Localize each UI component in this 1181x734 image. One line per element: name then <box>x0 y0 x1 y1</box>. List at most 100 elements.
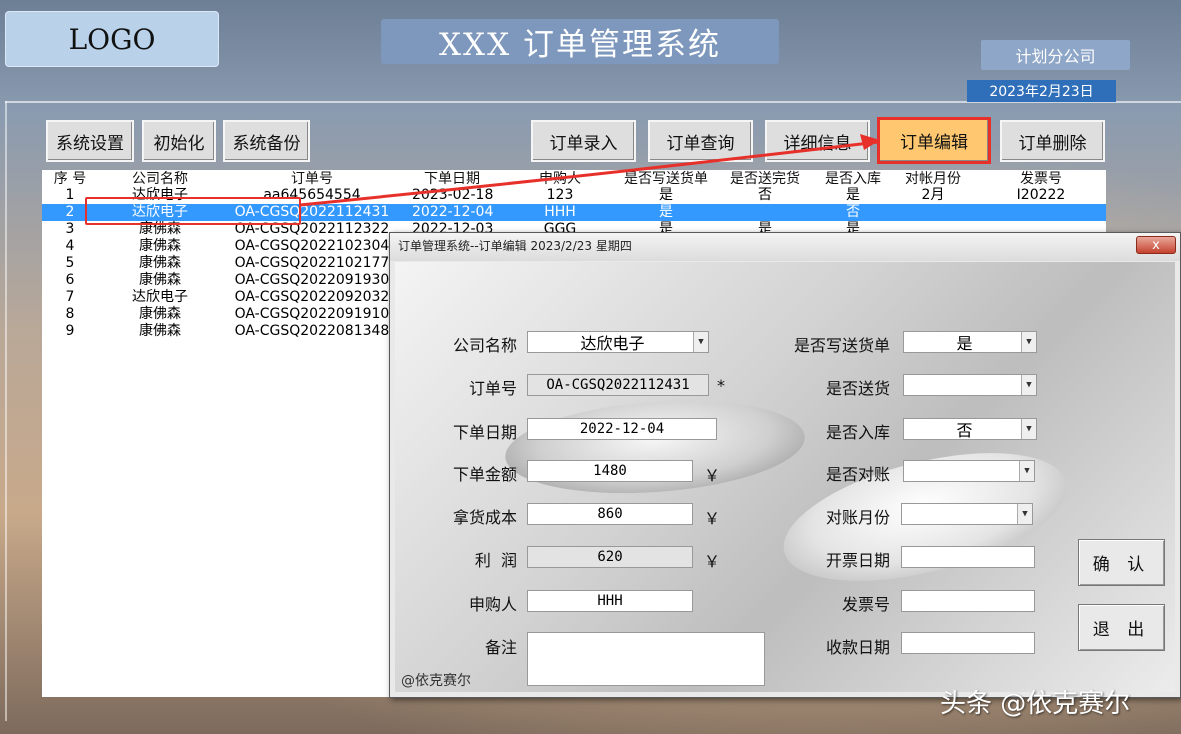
chevron-down-icon[interactable]: ▼ <box>1021 332 1036 352</box>
row-index: 3 <box>65 221 75 237</box>
currency-symbol: ￥ <box>704 466 721 485</box>
stocked-select[interactable]: 否 ▼ <box>903 418 1037 440</box>
currency-symbol: ￥ <box>704 509 721 528</box>
row-order: OA-CGSQ2022102304 <box>234 238 390 254</box>
cost-label: 拿货成本 <box>452 508 517 527</box>
col-stocked: 是否入库 <box>825 171 881 187</box>
row-order: OA-CGSQ2022081348 <box>234 323 390 339</box>
row-order: OA-CGSQ2022091910 <box>234 306 390 322</box>
buyer-field[interactable]: HHH <box>527 590 693 612</box>
row-company: 康佛森 <box>139 238 181 254</box>
row-index: 6 <box>65 272 75 288</box>
dialog-body: 公司名称 达欣电子 ▼ 订单号 OA-CGSQ2022112431 * 下单日期… <box>395 262 1175 692</box>
dialog-footer: @依克赛尔 <box>401 673 471 689</box>
chevron-down-icon[interactable]: ▼ <box>1021 375 1036 395</box>
row-order: OA-CGSQ2022092032 <box>234 289 390 305</box>
amount-label: 下单金额 <box>452 465 517 484</box>
delivered-label: 是否送货 <box>825 379 890 398</box>
panel-border-left <box>5 101 7 721</box>
order-edit-dialog: 订单管理系统--订单编辑 2023/2/23 星期四 x 公司名称 达欣电子 ▼… <box>389 232 1181 698</box>
buyer-label: 申购人 <box>468 595 517 614</box>
delivery-note-select[interactable]: 是 ▼ <box>903 331 1037 353</box>
delivery-note-label: 是否写送货单 <box>793 336 890 355</box>
date-badge: 2023年2月23日 <box>967 80 1116 102</box>
order-delete-button[interactable]: 订单删除 <box>1000 120 1105 162</box>
row-order: OA-CGSQ2022102177 <box>234 255 390 271</box>
delivered-select[interactable]: ▼ <box>903 374 1037 396</box>
col-delivered: 是否送完货 <box>730 171 800 187</box>
col-buyer: 申购人 <box>539 171 581 187</box>
row-order: OA-CGSQ2022091930 <box>234 272 390 288</box>
date-label: 下单日期 <box>452 423 517 442</box>
col-company: 公司名称 <box>132 171 188 187</box>
invoice-no-label: 发票号 <box>841 595 890 614</box>
chevron-down-icon[interactable]: ▼ <box>1017 504 1032 524</box>
row-index: 9 <box>65 323 75 339</box>
profit-field: 620 <box>527 546 693 568</box>
col-index: 序 号 <box>53 171 87 187</box>
system-settings-button[interactable]: 系统设置 <box>46 120 134 162</box>
confirm-button[interactable]: 确 认 <box>1078 539 1165 586</box>
row-company: 康佛森 <box>139 323 181 339</box>
logo: LOGO <box>5 11 219 67</box>
company-label: 公司名称 <box>452 336 517 355</box>
order-entry-button[interactable]: 订单录入 <box>531 120 636 162</box>
system-backup-button[interactable]: 系统备份 <box>223 120 310 162</box>
payment-date-label: 收款日期 <box>825 638 890 657</box>
order-query-button[interactable]: 订单查询 <box>648 120 753 162</box>
row-company: 康佛森 <box>139 272 181 288</box>
invoice-date-field[interactable] <box>901 546 1035 568</box>
mouse-image-left <box>502 391 808 503</box>
row-index: 1 <box>65 187 75 203</box>
row-index: 7 <box>65 289 75 305</box>
row-date: 2023-02-18 <box>412 187 494 203</box>
row-delivered: 否 <box>758 187 772 203</box>
initialize-button[interactable]: 初始化 <box>142 120 216 162</box>
row-month: 2月 <box>921 187 945 203</box>
col-month: 对帐月份 <box>905 171 961 187</box>
required-mark: * <box>717 376 725 395</box>
reconciled-select[interactable]: ▼ <box>903 460 1035 482</box>
row-stocked: 否 <box>846 204 860 220</box>
col-date: 下单日期 <box>424 171 480 187</box>
order-label: 订单号 <box>468 379 517 398</box>
row-delivery-note: 是 <box>659 187 673 203</box>
order-field[interactable]: OA-CGSQ2022112431 <box>527 374 709 396</box>
row-buyer: 123 <box>546 187 574 203</box>
row-company: 达欣电子 <box>132 289 188 305</box>
stocked-label: 是否入库 <box>825 423 890 442</box>
col-order: 订单号 <box>291 171 333 187</box>
row-index: 8 <box>65 306 75 322</box>
chevron-down-icon[interactable]: ▼ <box>1019 461 1034 481</box>
order-edit-button[interactable]: 订单编辑 <box>877 117 991 164</box>
profit-label: 利 润 <box>474 551 517 570</box>
row-index: 2 <box>65 204 75 220</box>
company-badge: 计划分公司 <box>981 40 1130 70</box>
row-company: 康佛森 <box>139 255 181 271</box>
watermark: 头条 @依克赛尔 <box>940 689 1131 719</box>
payment-date-field[interactable] <box>901 632 1035 654</box>
col-invoice: 发票号 <box>1020 171 1062 187</box>
invoice-no-field[interactable] <box>901 590 1035 612</box>
row-stocked: 是 <box>846 187 860 203</box>
company-select[interactable]: 达欣电子 ▼ <box>527 331 709 353</box>
row-index: 5 <box>65 255 75 271</box>
row-buyer: HHH <box>544 204 576 220</box>
selected-row-highlight <box>85 197 301 225</box>
row-invoice: I20222 <box>1016 187 1066 203</box>
row-date: 2022-12-04 <box>412 204 494 220</box>
details-button[interactable]: 详细信息 <box>765 120 870 162</box>
chevron-down-icon[interactable]: ▼ <box>693 332 708 352</box>
dialog-title: 订单管理系统--订单编辑 2023/2/23 星期四 <box>390 233 1180 261</box>
remark-label: 备注 <box>484 638 517 657</box>
currency-symbol: ￥ <box>704 552 721 571</box>
close-icon[interactable]: x <box>1136 236 1176 254</box>
cost-field[interactable]: 860 <box>527 503 693 525</box>
date-field[interactable]: 2022-12-04 <box>527 418 717 440</box>
amount-field[interactable]: 1480 <box>527 460 693 482</box>
month-select[interactable]: ▼ <box>901 503 1033 525</box>
remark-field[interactable] <box>527 632 765 686</box>
invoice-date-label: 开票日期 <box>825 551 890 570</box>
exit-button[interactable]: 退 出 <box>1078 604 1165 651</box>
chevron-down-icon[interactable]: ▼ <box>1021 419 1036 439</box>
